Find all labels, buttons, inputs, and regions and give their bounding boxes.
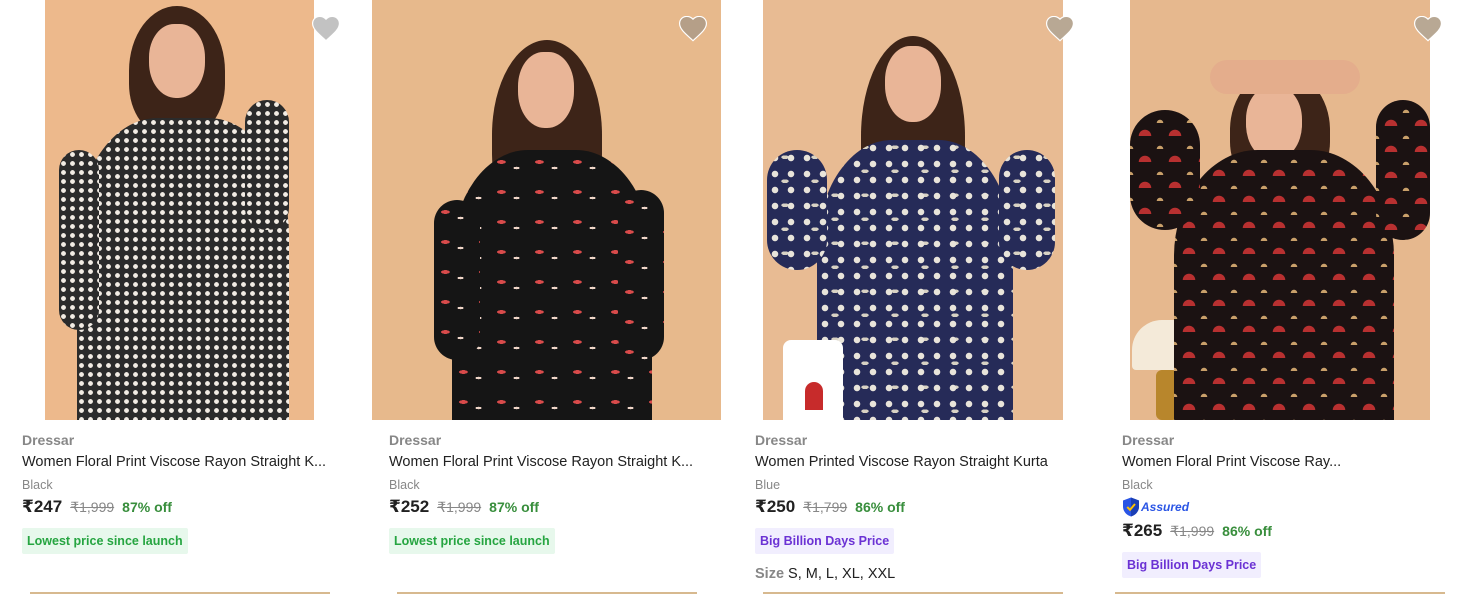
product-info: Dressar Women Floral Print Viscose Rayon…	[389, 430, 719, 554]
lowest-price-badge: Lowest price since launch	[389, 528, 555, 554]
big-billion-days-badge: Big Billion Days Price	[755, 528, 895, 554]
original-price: ₹1,999	[1170, 523, 1215, 539]
color-variant: Black	[389, 478, 420, 492]
product-image-area[interactable]	[372, 0, 729, 420]
heart-icon[interactable]	[1414, 16, 1442, 42]
heart-icon[interactable]	[312, 16, 340, 42]
available-sizes: Size S, M, L, XL, XXL	[755, 566, 1085, 582]
kurta-navy-floral-image[interactable]	[763, 0, 1063, 420]
discount-percent: 86% off	[855, 499, 905, 515]
product-info: Dressar Women Printed Viscose Rayon Stra…	[755, 430, 1085, 582]
brand-name: Dressar	[1122, 432, 1175, 448]
assured-label: Assured	[1141, 500, 1190, 514]
price-row: ₹265 ₹1,999 86% off	[1122, 521, 1452, 545]
selling-price: ₹252	[389, 497, 430, 516]
selling-price: ₹250	[755, 497, 796, 516]
original-price: ₹1,799	[803, 499, 848, 515]
product-grid: Dressar Women Floral Print Viscose Rayon…	[0, 0, 1464, 594]
price-row: ₹252 ₹1,999 87% off	[389, 497, 719, 521]
brand-name: Dressar	[22, 432, 75, 448]
assured-badge: Assured	[1122, 496, 1452, 518]
brand-name: Dressar	[389, 432, 442, 448]
original-price: ₹1,999	[437, 499, 482, 515]
lowest-price-badge: Lowest price since launch	[22, 528, 188, 554]
product-title[interactable]: Women Floral Print Viscose Rayon Straigh…	[389, 451, 719, 473]
big-billion-days-badge: Big Billion Days Price	[1122, 552, 1262, 578]
product-title[interactable]: Women Floral Print Viscose Rayon Straigh…	[22, 451, 352, 473]
product-title[interactable]: Women Printed Viscose Rayon Straight Kur…	[755, 451, 1085, 473]
price-row: ₹247 ₹1,999 87% off	[22, 497, 352, 521]
product-title[interactable]: Women Floral Print Viscose Ray...	[1122, 451, 1452, 473]
discount-percent: 86% off	[1222, 523, 1272, 539]
size-label: Size	[755, 566, 785, 582]
original-price: ₹1,999	[70, 499, 115, 515]
shield-check-icon	[1123, 497, 1139, 517]
product-card[interactable]: Dressar Women Floral Print Viscose Rayon…	[12, 0, 362, 594]
discount-percent: 87% off	[489, 499, 539, 515]
kurta-black-red-floral-image[interactable]	[372, 0, 721, 420]
product-info: Dressar Women Floral Print Viscose Ray..…	[1122, 430, 1452, 578]
size-values: S, M, L, XL, XXL	[788, 566, 896, 582]
product-card[interactable]: Dressar Women Printed Viscose Rayon Stra…	[745, 0, 1095, 594]
product-card[interactable]: Dressar Women Floral Print Viscose Ray..…	[1112, 0, 1462, 594]
color-variant: Black	[1122, 478, 1153, 492]
selling-price: ₹265	[1122, 521, 1163, 540]
brand-name: Dressar	[755, 432, 808, 448]
product-card[interactable]: Dressar Women Floral Print Viscose Rayon…	[372, 0, 729, 594]
kurta-black-red-fan-print-image[interactable]	[1130, 0, 1430, 420]
product-image-area[interactable]	[1112, 0, 1462, 420]
discount-percent: 87% off	[122, 499, 172, 515]
color-variant: Blue	[755, 478, 781, 492]
selling-price: ₹247	[22, 497, 63, 516]
color-variant: Black	[22, 478, 53, 492]
price-row: ₹250 ₹1,799 86% off	[755, 497, 1085, 521]
product-info: Dressar Women Floral Print Viscose Rayon…	[22, 430, 352, 554]
product-image-area[interactable]	[745, 0, 1095, 420]
kurta-black-white-print-image[interactable]	[45, 0, 314, 420]
heart-icon[interactable]	[1046, 16, 1074, 42]
product-image-area[interactable]	[12, 0, 362, 420]
heart-icon[interactable]	[679, 16, 707, 42]
